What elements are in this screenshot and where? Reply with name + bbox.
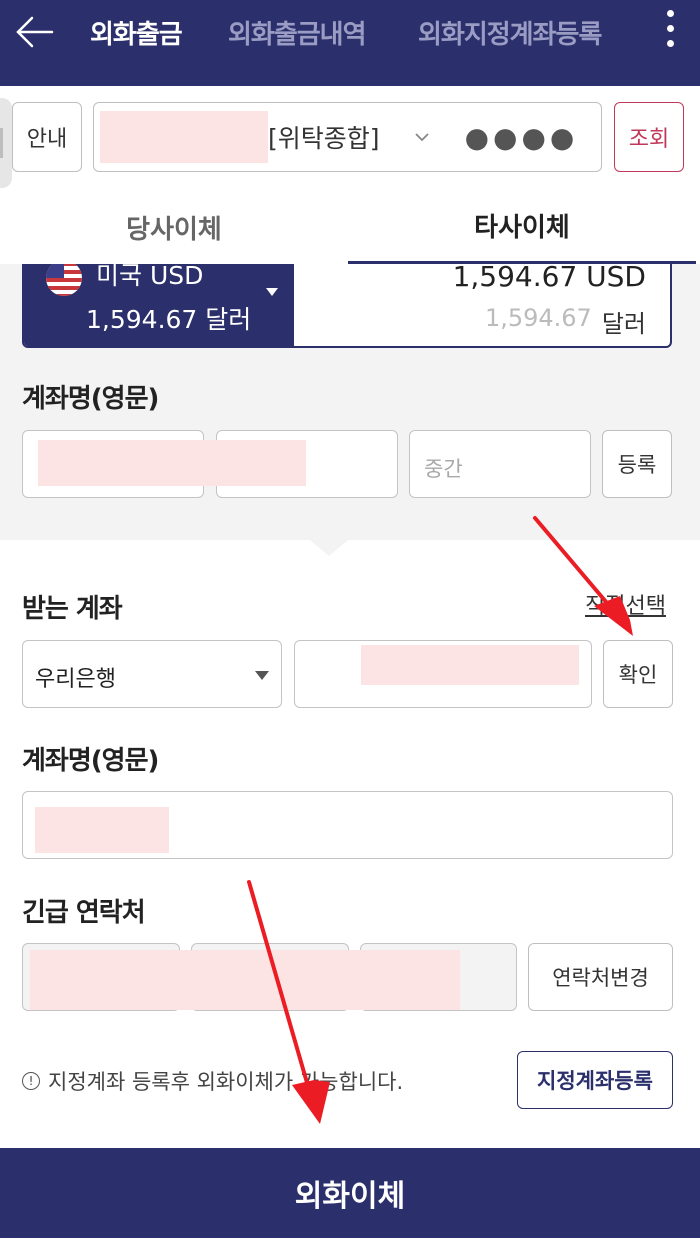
redacted-receiver-name — [35, 807, 169, 853]
register-name-button[interactable]: 등록 — [602, 430, 672, 498]
bank-select[interactable]: 우리은행 — [22, 640, 282, 708]
receiving-account-title: 받는 계좌 — [22, 594, 123, 624]
currency-card: 미국 USD 1,594.67 달러 1,594.67 USD 1,594.67… — [22, 250, 672, 348]
change-contact-button[interactable]: 연락처변경 — [528, 943, 673, 1011]
tab-fx-designated-account[interactable]: 외화지정계좌등록 — [418, 14, 602, 51]
section-notch — [305, 536, 353, 556]
us-flag-icon — [46, 260, 82, 296]
redacted-receiving-account — [361, 645, 579, 685]
receiving-account-number-input[interactable] — [294, 640, 592, 708]
confirm-account-button[interactable]: 확인 — [603, 640, 673, 708]
chevron-down-icon — [415, 133, 429, 142]
top-nav-bar: 외화출금 외화출금내역 외화지정계좌등록 — [0, 0, 700, 86]
caret-down-icon — [255, 671, 269, 680]
password-field[interactable]: ●●●● — [442, 102, 602, 172]
sender-name-label: 계좌명(영문) — [22, 384, 159, 414]
currency-amount-local: 1,594.67 달러 — [86, 305, 252, 334]
emergency-contact-title: 긴급 연락처 — [22, 898, 146, 928]
redacted-sender-name — [38, 440, 306, 486]
redacted-emergency-contact — [30, 950, 460, 1010]
direct-select-link[interactable]: 직접선택 — [585, 588, 666, 620]
tab-external-transfer[interactable]: 타사이체 — [348, 190, 696, 264]
account-type-label: [위탁종합] — [268, 124, 380, 153]
receiver-name-label: 계좌명(영문) — [22, 746, 159, 776]
receiver-name-input[interactable] — [22, 791, 673, 859]
back-arrow-icon[interactable] — [12, 14, 56, 50]
info-button[interactable]: 안내 — [12, 102, 82, 172]
transfer-type-tabs: 당사이체 타사이체 — [0, 190, 700, 264]
balance-local-unit: 달러 — [601, 310, 646, 338]
fx-transfer-submit-button[interactable]: 외화이체 — [0, 1148, 700, 1238]
balance-usd: 1,594.67 USD — [452, 260, 646, 293]
balance-local: 1,594.67 달러 — [485, 304, 646, 339]
query-button[interactable]: 조회 — [614, 102, 684, 172]
account-select[interactable]: [위탁종합] — [93, 102, 443, 172]
side-drawer-handle[interactable] — [0, 98, 12, 188]
tab-fx-withdraw[interactable]: 외화출금 — [90, 14, 183, 51]
tab-fx-withdraw-history[interactable]: 외화출금내역 — [228, 14, 367, 51]
info-circle-icon: ! — [22, 1072, 40, 1090]
tab-internal-transfer[interactable]: 당사이체 — [0, 190, 348, 264]
notice-message: 지정계좌 등록후 외화이체가 가능합니다. — [48, 1070, 404, 1094]
redacted-account-number — [100, 111, 268, 163]
notice-text: ! 지정계좌 등록후 외화이체가 가능합니다. — [22, 1066, 403, 1096]
caret-down-icon — [266, 288, 278, 296]
balance-local-number: 1,594.67 — [484, 304, 592, 332]
more-menu-icon[interactable] — [660, 10, 680, 54]
register-designated-account-button[interactable]: 지정계좌등록 — [517, 1051, 673, 1109]
middle-name-placeholder: 중간 — [424, 457, 463, 481]
currency-select[interactable]: 미국 USD 1,594.67 달러 — [24, 252, 294, 346]
bank-select-value: 우리은행 — [35, 667, 116, 692]
